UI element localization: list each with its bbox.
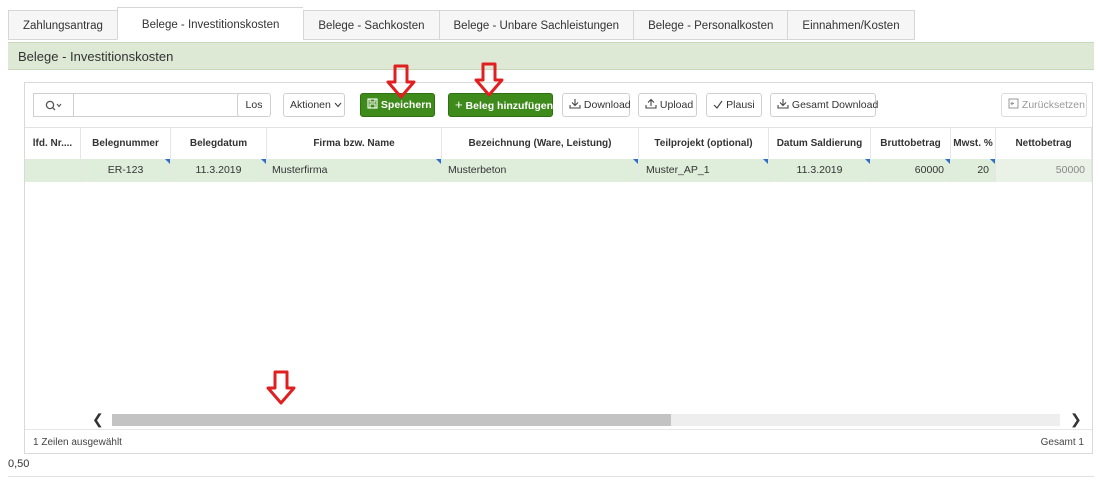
search-input[interactable] <box>73 93 241 117</box>
editable-marker <box>865 159 870 164</box>
value-readout: 0,50 <box>8 458 30 470</box>
check-icon <box>713 100 723 109</box>
total-download-button[interactable]: Gesamt Download <box>770 93 879 117</box>
column-header-nettobetrag[interactable]: Nettobetrag <box>996 128 1092 159</box>
cell-nettobetrag: 50000 <box>996 159 1092 182</box>
cell-belegnummer-text: ER-123 <box>107 164 144 176</box>
reset-icon <box>1008 98 1019 109</box>
editable-marker <box>763 159 768 164</box>
cell-bruttobetrag-text: 60000 <box>914 164 944 176</box>
column-header-teilprojekt[interactable]: Teilprojekt (optional) <box>639 128 769 159</box>
reset-button[interactable]: Zurücksetzen <box>1001 93 1087 117</box>
total-download-label: Gesamt Download <box>791 99 879 111</box>
column-header-bruttobetrag[interactable]: Bruttobetrag <box>871 128 951 159</box>
section-header: Belege - Investitionskosten <box>8 42 1094 70</box>
tab-bar: Zahlungsantrag Belege - Investitionskost… <box>8 7 915 42</box>
column-header-lfd-nr[interactable]: lfd. Nr.... <box>25 128 81 159</box>
save-icon <box>367 98 378 109</box>
column-header-firma[interactable]: Firma bzw. Name <box>267 128 442 159</box>
go-button[interactable]: Los <box>237 93 271 117</box>
scroll-right-icon[interactable]: ❯ <box>1070 411 1082 428</box>
cell-belegnummer[interactable]: ER-123 <box>81 159 171 182</box>
annotation-arrow-down-icon <box>386 64 416 99</box>
cell-lfd-nr[interactable] <box>25 159 81 182</box>
cell-belegdatum[interactable]: 11.3.2019 <box>171 159 267 182</box>
grid-header: lfd. Nr.... Belegnummer Belegdatum Firma… <box>25 127 1092 160</box>
download-icon <box>777 99 789 109</box>
tab-belege-personalkosten[interactable]: Belege - Personalkosten <box>633 10 788 40</box>
save-label: Speichern <box>380 99 432 111</box>
tab-belege-investitionskosten[interactable]: Belege - Investitionskosten <box>116 7 304 40</box>
editable-marker <box>261 159 266 164</box>
plausi-button[interactable]: Plausi <box>706 93 762 117</box>
grid-panel: Los Aktionen Speichern + Beleg hinzufüge… <box>24 82 1093 454</box>
cell-teilprojekt-text: Muster_AP_1 <box>646 164 710 176</box>
cell-datum-saldierung[interactable]: 11.3.2019 <box>769 159 871 182</box>
scrollbar-thumb[interactable] <box>112 414 671 426</box>
column-header-bezeichnung[interactable]: Bezeichnung (Ware, Leistung) <box>442 128 639 159</box>
editable-marker <box>945 159 950 164</box>
upload-label: Upload <box>659 99 694 111</box>
cell-nettobetrag-text: 50000 <box>1055 164 1085 176</box>
cell-firma[interactable]: Musterfirma <box>267 159 442 182</box>
total-count: Gesamt 1 <box>1040 437 1084 448</box>
cell-bezeichnung-text: Musterbeton <box>448 164 507 176</box>
grid-footer: 1 Zeilen ausgewählt Gesamt 1 <box>25 429 1092 456</box>
tab-belege-sachkosten[interactable]: Belege - Sachkosten <box>303 10 439 40</box>
column-header-datum-saldierung[interactable]: Datum Saldierung <box>769 128 871 159</box>
upload-icon <box>645 98 657 109</box>
divider <box>8 476 1094 477</box>
column-header-belegdatum[interactable]: Belegdatum <box>171 128 267 159</box>
cell-bruttobetrag[interactable]: 60000 <box>871 159 951 182</box>
tab-einnahmen-kosten[interactable]: Einnahmen/Kosten <box>787 10 915 40</box>
upload-button[interactable]: Upload <box>638 93 697 117</box>
plausi-label: Plausi <box>726 99 755 111</box>
annotation-arrow-down-icon <box>474 62 504 97</box>
download-button[interactable]: Download <box>562 93 631 117</box>
editable-marker <box>165 159 170 164</box>
annotation-arrow-down-icon <box>266 370 296 405</box>
download-label: Download <box>583 99 631 111</box>
tab-zahlungsantrag[interactable]: Zahlungsantrag <box>8 10 117 40</box>
cell-mwst[interactable]: 20 <box>951 159 996 182</box>
editable-marker <box>633 159 638 164</box>
actions-label: Aktionen <box>290 99 331 111</box>
toolbar: Los Aktionen Speichern + Beleg hinzufüge… <box>25 83 1092 127</box>
cell-datum-saldierung-text: 11.3.2019 <box>796 164 843 176</box>
section-title: Belege - Investitionskosten <box>18 49 174 64</box>
add-receipt-label: Beleg hinzufügen <box>465 100 554 112</box>
cell-belegdatum-text: 11.3.2019 <box>195 164 242 176</box>
cell-mwst-text: 20 <box>977 164 989 176</box>
plus-icon: + <box>455 97 463 112</box>
cell-teilprojekt[interactable]: Muster_AP_1 <box>639 159 769 182</box>
reset-label: Zurücksetzen <box>1021 99 1085 111</box>
column-header-mwst[interactable]: Mwst. % <box>951 128 996 159</box>
table-row[interactable]: ER-123 11.3.2019 Musterfirma Musterbeton… <box>25 159 1092 182</box>
chevron-down-icon <box>334 102 342 108</box>
download-icon <box>569 99 581 109</box>
actions-menu-button[interactable]: Aktionen <box>283 93 345 117</box>
cell-bezeichnung[interactable]: Musterbeton <box>442 159 639 182</box>
cell-firma-text: Musterfirma <box>272 164 328 176</box>
horizontal-scrollbar[interactable]: ❮ ❯ <box>80 411 1090 428</box>
selection-count: 1 Zeilen ausgewählt <box>33 437 122 448</box>
search-column-select[interactable] <box>33 93 73 117</box>
editable-marker <box>436 159 441 164</box>
column-header-belegnummer[interactable]: Belegnummer <box>81 128 171 159</box>
search-icon <box>45 100 61 111</box>
editable-marker <box>990 159 995 164</box>
scroll-left-icon[interactable]: ❮ <box>92 411 104 428</box>
tab-belege-unbare-sachleistungen[interactable]: Belege - Unbare Sachleistungen <box>438 10 634 40</box>
